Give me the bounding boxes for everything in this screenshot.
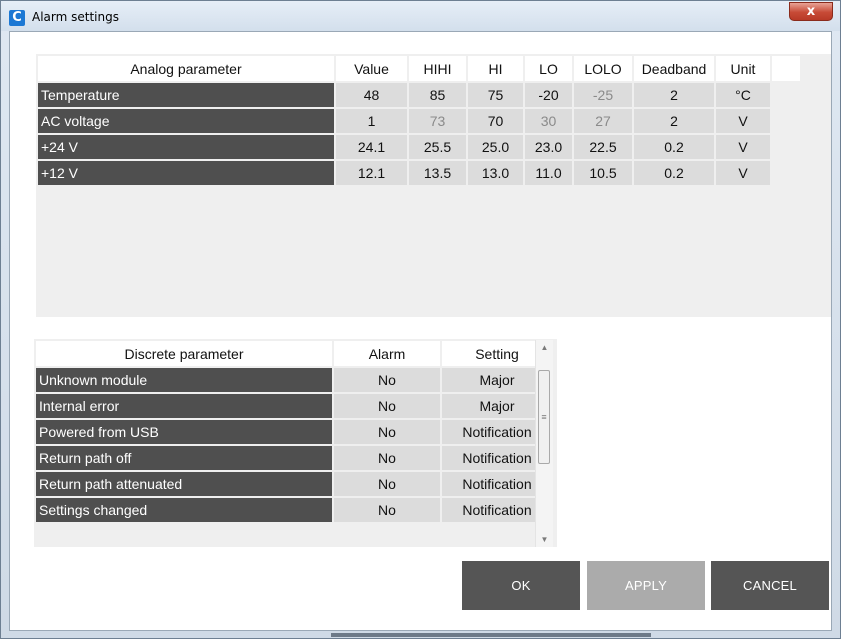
row-name: Unknown module — [36, 368, 332, 392]
alarm-cell: No — [334, 394, 440, 418]
col-discrete-parameter: Discrete parameter — [36, 341, 332, 366]
window-bottom-edge — [331, 633, 651, 637]
lolo-cell[interactable]: 22.5 — [574, 135, 632, 159]
alarm-cell: No — [334, 472, 440, 496]
col-hi: HI — [468, 56, 523, 81]
col-value: Value — [336, 56, 407, 81]
lo-cell[interactable]: 23.0 — [525, 135, 572, 159]
table-row[interactable]: Temperature 48 85 75 -20 -25 2 °C — [38, 83, 800, 107]
lolo-cell[interactable]: 27 — [574, 109, 632, 133]
scroll-down-arrow-icon[interactable]: ▼ — [536, 532, 553, 547]
discrete-panel: Discrete parameter Alarm Setting Unknown… — [34, 339, 557, 547]
table-row[interactable]: +24 V 24.1 25.5 25.0 23.0 22.5 0.2 V — [38, 135, 800, 159]
value-cell: 1 — [336, 109, 407, 133]
hi-cell[interactable]: 25.0 — [468, 135, 523, 159]
deadband-cell[interactable]: 0.2 — [634, 161, 714, 185]
row-name: +12 V — [38, 161, 334, 185]
value-cell: 24.1 — [336, 135, 407, 159]
col-deadband: Deadband — [634, 56, 714, 81]
hi-cell[interactable]: 13.0 — [468, 161, 523, 185]
col-hihi: HIHI — [409, 56, 466, 81]
discrete-header-row: Discrete parameter Alarm Setting — [36, 341, 552, 366]
row-name: Powered from USB — [36, 420, 332, 444]
analog-table: Analog parameter Value HIHI HI LO LOLO D… — [36, 54, 802, 187]
deadband-cell[interactable]: 2 — [634, 83, 714, 107]
table-row[interactable]: Internal error No Major — [36, 394, 552, 418]
title-bar[interactable]: C Alarm settings x — [1, 1, 840, 31]
alarm-cell: No — [334, 498, 440, 522]
analog-header-row: Analog parameter Value HIHI HI LO LOLO D… — [38, 56, 800, 81]
row-name: +24 V — [38, 135, 334, 159]
unit-cell: °C — [716, 83, 770, 107]
col-unit: Unit — [716, 56, 770, 81]
hihi-cell[interactable]: 73 — [409, 109, 466, 133]
dialog-content: Analog parameter Value HIHI HI LO LOLO D… — [9, 31, 832, 631]
row-name: Settings changed — [36, 498, 332, 522]
table-row[interactable]: Return path attenuated No Notification — [36, 472, 552, 496]
lolo-cell[interactable]: -25 — [574, 83, 632, 107]
app-icon: C — [9, 10, 25, 26]
ok-button[interactable]: OK — [462, 561, 580, 610]
apply-button[interactable]: APPLY — [587, 561, 705, 610]
row-name: Return path off — [36, 446, 332, 470]
hi-cell[interactable]: 70 — [468, 109, 523, 133]
header-spacer — [772, 56, 800, 81]
row-name: Temperature — [38, 83, 334, 107]
row-name: Internal error — [36, 394, 332, 418]
row-name: Return path attenuated — [36, 472, 332, 496]
row-name: AC voltage — [38, 109, 334, 133]
hihi-cell[interactable]: 25.5 — [409, 135, 466, 159]
unit-cell: V — [716, 135, 770, 159]
alarm-settings-window: C Alarm settings x Analog parameter Valu… — [0, 0, 841, 639]
hi-cell[interactable]: 75 — [468, 83, 523, 107]
scroll-grip-icon: ≡ — [541, 412, 547, 422]
lolo-cell[interactable]: 10.5 — [574, 161, 632, 185]
col-analog-parameter: Analog parameter — [38, 56, 334, 81]
cancel-button[interactable]: CANCEL — [711, 561, 829, 610]
deadband-cell[interactable]: 2 — [634, 109, 714, 133]
alarm-cell: No — [334, 420, 440, 444]
deadband-cell[interactable]: 0.2 — [634, 135, 714, 159]
table-row[interactable]: Unknown module No Major — [36, 368, 552, 392]
table-row[interactable]: Return path off No Notification — [36, 446, 552, 470]
col-lo: LO — [525, 56, 572, 81]
value-cell: 48 — [336, 83, 407, 107]
value-cell: 12.1 — [336, 161, 407, 185]
table-row[interactable]: +12 V 12.1 13.5 13.0 11.0 10.5 0.2 V — [38, 161, 800, 185]
window-title: Alarm settings — [32, 10, 119, 24]
alarm-cell: No — [334, 368, 440, 392]
table-row[interactable]: Powered from USB No Notification — [36, 420, 552, 444]
table-row[interactable]: Settings changed No Notification — [36, 498, 552, 522]
discrete-table: Discrete parameter Alarm Setting Unknown… — [34, 339, 554, 524]
analog-panel: Analog parameter Value HIHI HI LO LOLO D… — [36, 54, 831, 317]
unit-cell: V — [716, 109, 770, 133]
discrete-scrollbar[interactable]: ▲ ≡ ▼ — [535, 340, 553, 547]
close-button[interactable]: x — [789, 2, 833, 21]
hihi-cell[interactable]: 13.5 — [409, 161, 466, 185]
unit-cell: V — [716, 161, 770, 185]
hihi-cell[interactable]: 85 — [409, 83, 466, 107]
col-lolo: LOLO — [574, 56, 632, 81]
alarm-cell: No — [334, 446, 440, 470]
lo-cell[interactable]: 11.0 — [525, 161, 572, 185]
lo-cell[interactable]: 30 — [525, 109, 572, 133]
lo-cell[interactable]: -20 — [525, 83, 572, 107]
table-row[interactable]: AC voltage 1 73 70 30 27 2 V — [38, 109, 800, 133]
col-alarm: Alarm — [334, 341, 440, 366]
scroll-up-arrow-icon[interactable]: ▲ — [536, 340, 553, 355]
